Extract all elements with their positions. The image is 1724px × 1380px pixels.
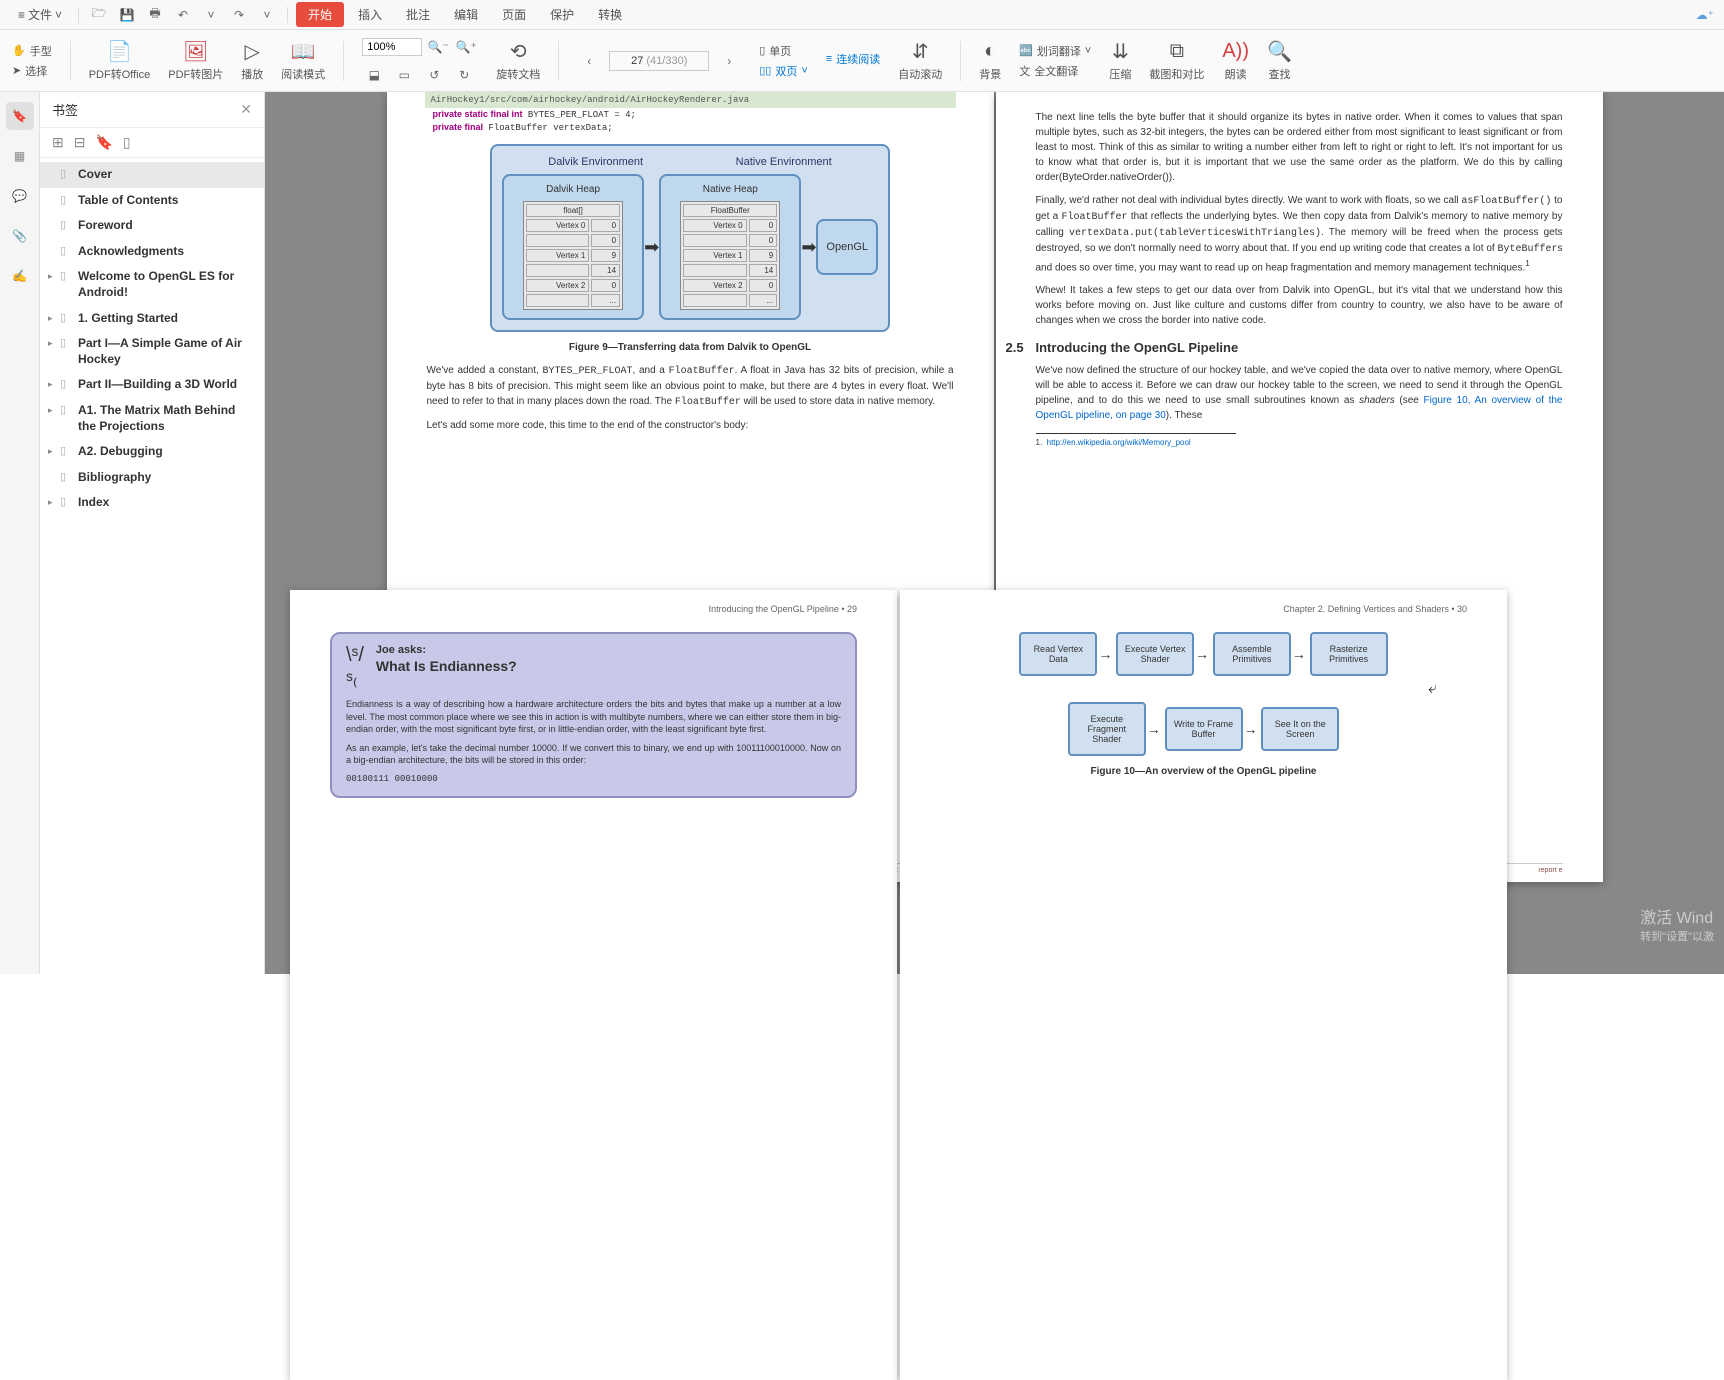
tab-annotate[interactable]: 批注 [396,2,440,27]
bookmark-item[interactable]: ▸▯A2. Debugging [40,439,264,465]
code-path: AirHockey1/src/com/airhockey/android/Air… [425,92,956,108]
open-icon[interactable]: 🗁 [87,3,111,27]
redo-icon[interactable]: ↷ [227,3,251,27]
bookmark-list: ▯Cover▯Table of Contents▯Foreword▯Acknow… [40,158,264,974]
footer-report[interactable]: report e [1538,867,1562,874]
figure-caption: Figure 9—Transferring data from Dalvik t… [427,342,954,353]
fit-width-icon[interactable]: ⬓ [362,63,386,87]
file-label: 文件 [28,6,52,23]
body-text: We've now defined the structure of our h… [1036,363,1563,423]
figure-diagram: Dalvik Environment Native Environment Da… [490,144,890,332]
pdf-page: Introducing the OpenGL Pipeline • 29 \ˢ/… [290,590,897,974]
page-header: Chapter 2. Defining Vertices and Shaders… [900,590,1507,622]
readaloud[interactable]: A))朗读 [1222,40,1249,82]
comment-tab-icon[interactable]: 💬 [6,182,34,210]
sep [78,7,79,23]
sep [287,7,288,23]
sep [960,41,961,81]
save-icon[interactable]: 💾 [115,3,139,27]
bookmark-item[interactable]: ▸▯Part I—A Simple Game of Air Hockey [40,331,264,372]
attachment-tab-icon[interactable]: 📎 [6,222,34,250]
single-page[interactable]: ▯ 单页 [759,43,808,59]
bookmark-item[interactable]: ▸▯1. Getting Started [40,306,264,332]
fit-page-icon[interactable]: ▭ [392,63,416,87]
code: private final FloatBuffer vertexData; [427,121,954,134]
redo-drop[interactable]: ˅ [255,3,279,27]
add-bookmark-icon[interactable]: 🔖 [95,134,112,151]
page-header: Introducing the OpenGL Pipeline • 29 [290,590,897,622]
undo-icon[interactable]: ↶ [171,3,195,27]
collapse-all-icon[interactable]: ⊟ [74,134,86,151]
page-input[interactable]: 27 (41/330) [609,51,709,71]
pdf2img[interactable]: 🖼PDF转图片 [168,40,223,82]
background[interactable]: ◐背景 [979,40,1001,82]
thumbnail-tab-icon[interactable]: ▦ [6,142,34,170]
page-prev[interactable]: ‹ [577,49,601,73]
double-page[interactable]: ▯▯ 双页˅ [759,63,808,79]
sep [558,41,559,81]
zoom-in-icon[interactable]: 🔍⁺ [454,35,478,59]
pdf-page: Chapter 2. Defining Vertices and Shaders… [900,590,1507,974]
panel-close-icon[interactable]: ✕ [240,101,252,118]
body-text: Finally, we'd rather not deal with indiv… [1036,193,1563,275]
section-heading: 2.5Introducing the OpenGL Pipeline [1036,340,1563,355]
undo-drop[interactable]: ˅ [199,3,223,27]
tab-convert[interactable]: 转换 [588,2,632,27]
bookmark-item[interactable]: ▯Foreword [40,213,264,239]
play[interactable]: ▷播放 [241,40,263,82]
tab-protect[interactable]: 保护 [540,2,584,27]
tab-page[interactable]: 页面 [492,2,536,27]
autoscroll[interactable]: ⇵自动滚动 [898,40,942,82]
hand-tool[interactable]: ✋ 手型 [12,43,52,59]
compress[interactable]: ⇊压缩 [1109,40,1131,82]
bookmark-opt-icon[interactable]: ▯ [123,134,131,151]
page-next[interactable]: › [717,49,741,73]
footnote-link[interactable]: http://en.wikipedia.org/wiki/Memory_pool [1047,438,1191,447]
compare[interactable]: ⧉截图和对比 [1149,40,1204,82]
tab-insert[interactable]: 插入 [348,2,392,27]
rotate-doc[interactable]: ⟲旋转文档 [496,40,540,82]
code: private static final int BYTES_PER_FLOAT… [427,108,954,121]
wordtrans[interactable]: 🔤 划词翻译˅ [1019,43,1091,59]
find[interactable]: 🔍查找 [1267,40,1292,82]
expand-all-icon[interactable]: ⊞ [52,134,64,151]
footnote: 1. http://en.wikipedia.org/wiki/Memory_p… [1036,433,1236,447]
body-text: Whew! It takes a few steps to get our da… [1036,283,1563,328]
body-text: We've added a constant, BYTES_PER_FLOAT,… [427,363,954,410]
fulltrans[interactable]: 文 全文翻译 [1019,63,1091,79]
panel-title: 书签 [52,100,78,119]
sep [343,41,344,81]
zoom-input[interactable] [362,38,422,56]
body-text: Let's add some more code, this time to t… [427,418,954,433]
figure-caption: Figure 10—An overview of the OpenGL pipe… [940,766,1467,777]
cloud-icon[interactable]: ☁⁺ [1696,8,1714,22]
continuous[interactable]: ≡ 连续阅读 [826,51,880,67]
bookmark-item[interactable]: ▸▯Welcome to OpenGL ES for Android! [40,264,264,305]
tab-start[interactable]: 开始 [296,2,344,27]
tab-edit[interactable]: 编辑 [444,2,488,27]
rotate-left-icon[interactable]: ↺ [422,63,446,87]
readmode[interactable]: 📖阅读模式 [281,40,325,82]
document-viewport[interactable]: AirHockey1/src/com/airhockey/android/Air… [265,92,1724,974]
pipeline-diagram: Read Vertex Data→ Execute Vertex Shader→… [940,632,1467,756]
watermark: 激活 Wind 转到"设置"以激 [1640,904,1714,944]
bookmark-item[interactable]: ▸▯A1. The Matrix Math Behind the Project… [40,398,264,439]
bookmark-item[interactable]: ▸▯Index [40,490,264,516]
select-tool[interactable]: ➤ 选择 [12,63,52,79]
bookmark-item[interactable]: ▯Cover [40,162,264,188]
signature-tab-icon[interactable]: ✍ [6,262,34,290]
bookmark-item[interactable]: ▯Table of Contents [40,188,264,214]
aside-box: \ˢ/ˢ₍ Joe asks: What Is Endianness? Endi… [330,632,857,798]
body-text: The next line tells the byte buffer that… [1036,110,1563,185]
file-menu[interactable]: ≡ 文件 ˅ [10,2,70,27]
bookmark-item[interactable]: ▯Bibliography [40,465,264,491]
pdf2office[interactable]: 📄PDF转Office [89,40,151,82]
bookmark-tab-icon[interactable]: 🔖 [6,102,34,130]
rotate-right-icon[interactable]: ↻ [452,63,476,87]
bookmark-item[interactable]: ▯Acknowledgments [40,239,264,265]
print-icon[interactable]: 🖶 [143,3,167,27]
sep [70,41,71,81]
bookmark-item[interactable]: ▸▯Part II—Building a 3D World [40,372,264,398]
zoom-out-icon[interactable]: 🔍⁻ [426,35,450,59]
